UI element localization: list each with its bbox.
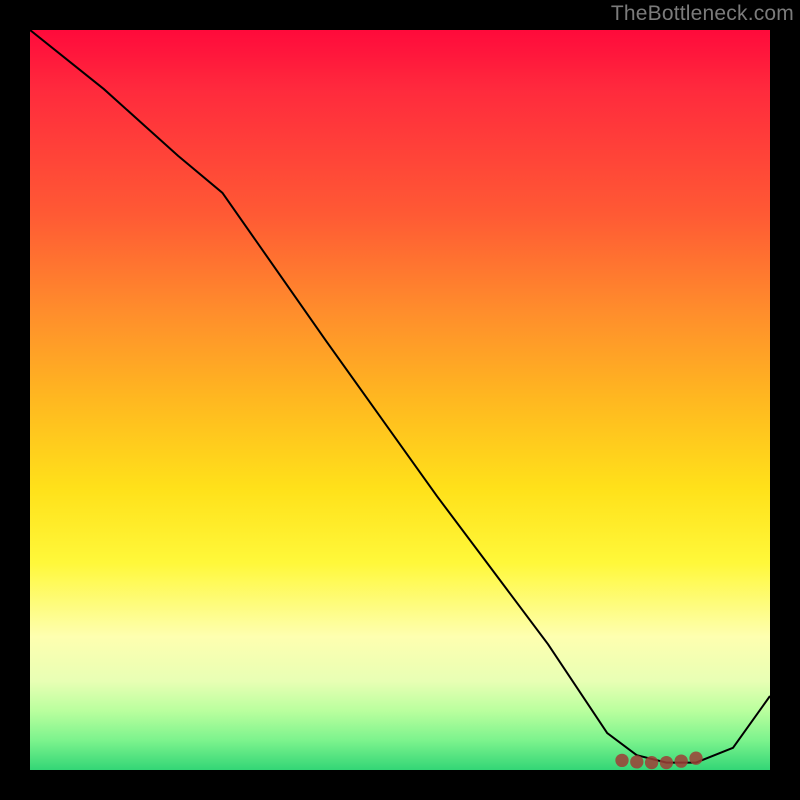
min-marker: [660, 756, 673, 769]
chart-canvas: TheBottleneck.com: [0, 0, 800, 800]
min-marker: [630, 755, 643, 768]
min-marker: [675, 754, 688, 767]
plot-area: [30, 30, 770, 770]
series-curve: [30, 30, 770, 763]
watermark-text: TheBottleneck.com: [611, 2, 794, 26]
min-marker: [689, 752, 702, 765]
chart-overlay: [30, 30, 770, 770]
min-marker: [615, 754, 628, 767]
min-marker: [645, 756, 658, 769]
